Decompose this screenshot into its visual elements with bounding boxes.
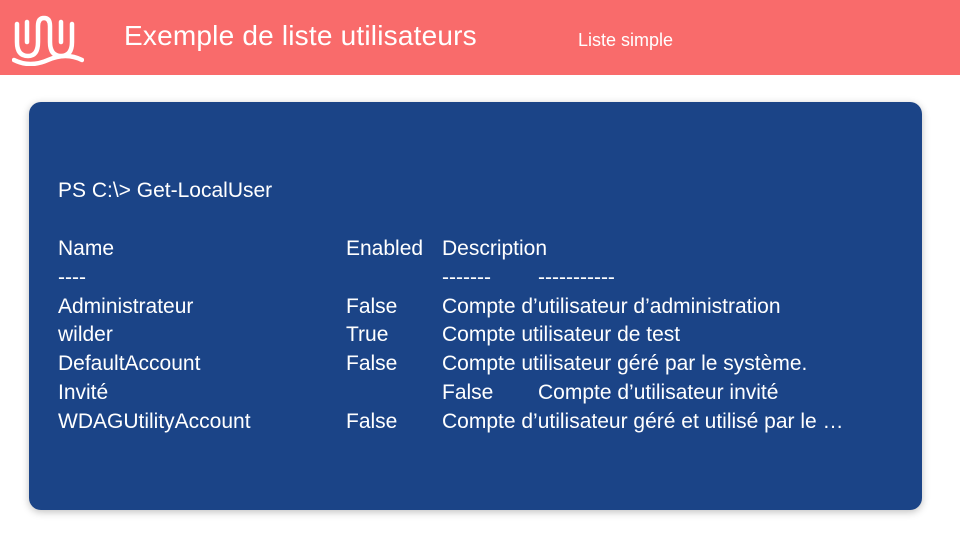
row-enabled: True <box>346 323 389 346</box>
row-name: WDAGUtilityAccount <box>58 410 251 433</box>
powershell-output-panel: PS C:\> Get-LocalUser Name Enabled Descr… <box>29 102 922 510</box>
row-enabled: False <box>442 381 494 404</box>
separator-name: ---- <box>58 266 86 289</box>
row-description: Compte utilisateur de test <box>442 323 681 346</box>
row-enabled: False <box>346 410 398 433</box>
separator-description: ----------- <box>538 266 615 289</box>
row-name: DefaultAccount <box>58 352 201 375</box>
wave-logo-icon <box>12 15 84 66</box>
page-subtitle: Liste simple <box>578 30 674 50</box>
page-title: Exemple de liste utilisateurs <box>124 20 477 51</box>
row-name: Administrateur <box>58 295 194 318</box>
row-name: Invité <box>58 381 109 404</box>
row-name: wilder <box>58 323 113 346</box>
header-bar: Exemple de liste utilisateurs Liste simp… <box>0 0 960 75</box>
column-header-enabled: Enabled <box>346 237 424 260</box>
row-description: Compte d’utilisateur d’administration <box>442 295 781 318</box>
row-description: Compte d’utilisateur invité <box>538 381 779 404</box>
row-enabled: False <box>346 352 398 375</box>
row-description: Compte d’utilisateur géré et utilisé par… <box>442 410 844 433</box>
row-enabled: False <box>346 295 398 318</box>
row-description: Compte utilisateur géré par le système. <box>442 352 808 375</box>
column-header-name: Name <box>58 237 115 260</box>
separator-enabled: ------- <box>442 266 491 289</box>
column-header-description: Description <box>442 237 548 260</box>
command-prompt: PS C:\> Get-LocalUser <box>58 179 273 202</box>
